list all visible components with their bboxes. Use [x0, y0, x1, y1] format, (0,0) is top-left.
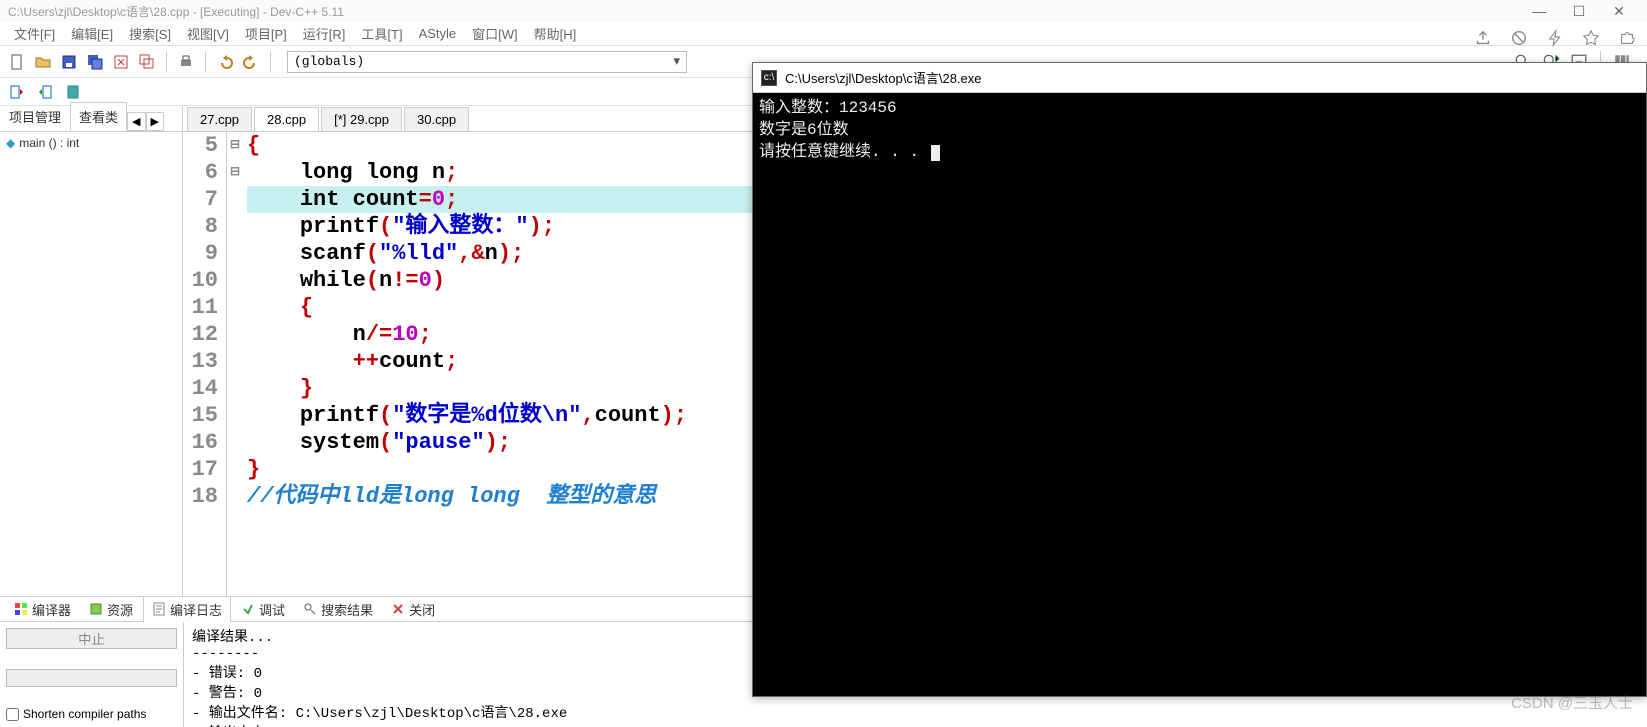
file-tab-30[interactable]: 30.cpp: [404, 107, 469, 131]
tab-close-label: 关闭: [409, 600, 435, 619]
window-title: C:\Users\zjl\Desktop\c语言\28.cpp - [Execu…: [8, 3, 1519, 20]
class-tree[interactable]: ◆ main () : int: [0, 132, 182, 596]
insert-left-icon[interactable]: [6, 81, 28, 103]
share-icon[interactable]: [1473, 28, 1493, 48]
tab-nav-prev[interactable]: ◀: [127, 112, 145, 131]
tab-search-results[interactable]: 搜索结果: [295, 597, 381, 622]
undo-icon[interactable]: [214, 51, 236, 73]
toolbar-separator: [205, 52, 206, 72]
tab-compiler[interactable]: 编译器: [6, 597, 79, 622]
tab-project-manage[interactable]: 项目管理: [0, 102, 70, 131]
console-window[interactable]: c:\ C:\Users\zjl\Desktop\c语言\28.exe 输入整数…: [752, 62, 1647, 697]
function-icon: ◆: [6, 136, 15, 150]
console-output: 输入整数：123456 数字是6位数 请按任意键继续. . .: [753, 93, 1646, 167]
bolt-icon[interactable]: [1545, 28, 1565, 48]
tab-debug[interactable]: 调试: [233, 597, 293, 622]
menu-project[interactable]: 项目[P]: [237, 22, 295, 45]
maximize-button[interactable]: ☐: [1559, 3, 1599, 20]
insert-right-icon[interactable]: [34, 81, 56, 103]
file-tab-27[interactable]: 27.cpp: [187, 107, 252, 131]
browser-extension-icons: [1473, 28, 1637, 48]
puzzle-icon[interactable]: [1617, 28, 1637, 48]
tab-view-classes[interactable]: 查看类: [70, 102, 127, 131]
menu-astyle[interactable]: AStyle: [411, 24, 465, 43]
tree-item-main[interactable]: ◆ main () : int: [6, 136, 176, 150]
tab-resources-label: 资源: [107, 600, 133, 619]
watermark: CSDN @三玉人士: [1511, 692, 1633, 713]
left-panel: 项目管理 查看类 ◀ ▶ ◆ main () : int: [0, 106, 183, 596]
close-button[interactable]: ✕: [1599, 3, 1639, 20]
redo-icon[interactable]: [240, 51, 262, 73]
save-icon[interactable]: [58, 51, 80, 73]
console-title: C:\Users\zjl\Desktop\c语言\28.exe: [785, 68, 982, 87]
console-cursor: [931, 145, 940, 161]
tab-search-results-label: 搜索结果: [321, 600, 373, 619]
bottom-left-controls: 中止 Shorten compiler paths: [0, 622, 183, 727]
line-number-gutter: 56789101112131415161718: [183, 132, 227, 596]
chevron-down-icon: ▾: [673, 54, 680, 69]
print-icon[interactable]: [175, 51, 197, 73]
console-line: 请按任意键继续. . .: [759, 143, 929, 161]
menu-edit[interactable]: 编辑[E]: [63, 22, 121, 45]
bookmark-icon[interactable]: [62, 81, 84, 103]
console-line: 输入整数：123456: [759, 99, 897, 117]
close-file-icon[interactable]: [110, 51, 132, 73]
console-titlebar[interactable]: c:\ C:\Users\zjl\Desktop\c语言\28.exe: [753, 63, 1646, 93]
minimize-button[interactable]: —: [1519, 3, 1559, 19]
tab-compile-log[interactable]: 编译日志: [143, 596, 231, 623]
new-file-icon[interactable]: [6, 51, 28, 73]
file-tab-29[interactable]: [*] 29.cpp: [321, 107, 402, 131]
open-file-icon[interactable]: [32, 51, 54, 73]
menu-window[interactable]: 窗口[W]: [464, 22, 526, 45]
scope-combo-value: (globals): [294, 54, 364, 69]
file-tab-28[interactable]: 28.cpp: [254, 107, 319, 131]
tab-debug-label: 调试: [259, 600, 285, 619]
block-icon[interactable]: [1509, 28, 1529, 48]
tab-compile-log-label: 编译日志: [170, 600, 222, 619]
star-icon[interactable]: [1581, 28, 1601, 48]
menubar: 文件[F] 编辑[E] 搜索[S] 视图[V] 项目[P] 运行[R] 工具[T…: [0, 22, 1647, 46]
menu-help[interactable]: 帮助[H]: [526, 22, 585, 45]
scope-combo[interactable]: (globals) ▾: [287, 51, 687, 73]
blank-button[interactable]: [6, 669, 177, 687]
tree-item-label: main () : int: [19, 136, 79, 150]
left-panel-tabs: 项目管理 查看类 ◀ ▶: [0, 106, 182, 132]
tab-resources[interactable]: 资源: [81, 597, 141, 622]
menu-file[interactable]: 文件[F]: [6, 22, 63, 45]
console-line: 数字是6位数: [759, 121, 849, 139]
abort-button[interactable]: 中止: [6, 628, 177, 649]
close-all-icon[interactable]: [136, 51, 158, 73]
menu-run[interactable]: 运行[R]: [295, 22, 354, 45]
tab-compiler-label: 编译器: [32, 600, 71, 619]
toolbar-separator: [270, 52, 271, 72]
window-titlebar: C:\Users\zjl\Desktop\c语言\28.cpp - [Execu…: [0, 0, 1647, 22]
tab-close[interactable]: 关闭: [383, 597, 443, 622]
tab-nav-next[interactable]: ▶: [146, 112, 164, 131]
toolbar-separator: [166, 52, 167, 72]
console-icon: c:\: [761, 70, 777, 86]
save-all-icon[interactable]: [84, 51, 106, 73]
menu-search[interactable]: 搜索[S]: [121, 22, 179, 45]
menu-tools[interactable]: 工具[T]: [353, 22, 410, 45]
menu-view[interactable]: 视图[V]: [179, 22, 237, 45]
fold-column[interactable]: ⊟⊟: [227, 132, 243, 596]
